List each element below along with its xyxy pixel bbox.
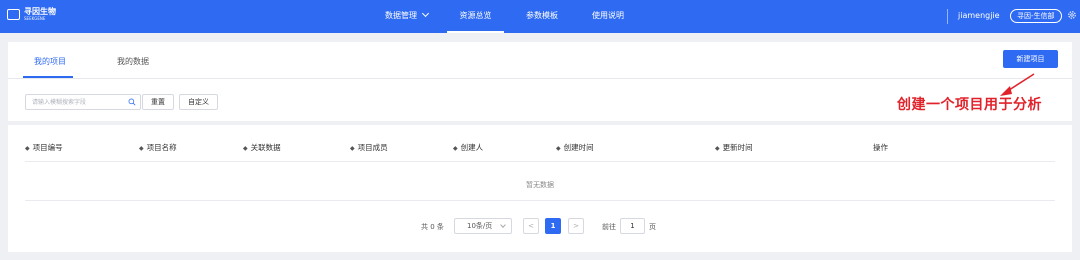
- prev-page-button[interactable]: <: [523, 218, 539, 234]
- column-header-label: 创建时间: [563, 143, 594, 152]
- sort-icon[interactable]: ◆: [715, 145, 720, 152]
- sort-icon[interactable]: ◆: [243, 145, 248, 152]
- goto-label: 前往: [602, 223, 616, 231]
- column-header-creator[interactable]: ◆ 创建人: [453, 142, 483, 153]
- chevron-down-icon: [421, 9, 430, 18]
- sort-icon[interactable]: ◆: [139, 145, 144, 152]
- page-size-value: 10条/页: [467, 222, 493, 230]
- column-header-label: 项目成员: [357, 143, 388, 152]
- logo[interactable]: 寻因生物 SEEKGENE: [7, 8, 56, 21]
- chevron-down-icon: [500, 222, 506, 228]
- column-header-label: 关联数据: [250, 143, 281, 152]
- goto-page-input[interactable]: 1: [620, 218, 645, 234]
- column-header-label: 创建人: [460, 143, 484, 152]
- project-tabs: 我的项目 我的数据 新建项目: [8, 42, 1072, 79]
- org-badge[interactable]: 寻因-生信部: [1010, 9, 1062, 23]
- nav-data-management[interactable]: 数据管理: [385, 0, 430, 33]
- column-header-project-name[interactable]: ◆ 项目名称: [139, 142, 177, 153]
- tab-my-projects[interactable]: 我的项目: [34, 56, 66, 67]
- nav-usage-guide[interactable]: 使用说明: [592, 0, 624, 33]
- column-header-label: 更新时间: [722, 143, 753, 152]
- page-1-button[interactable]: 1: [545, 218, 561, 234]
- gear-icon[interactable]: [1067, 10, 1077, 20]
- nav-data-management-label: 数据管理: [385, 11, 417, 20]
- sort-icon[interactable]: ◆: [556, 145, 561, 152]
- column-header-label: 项目编号: [32, 143, 63, 152]
- new-project-button[interactable]: 新建项目: [1003, 50, 1058, 68]
- table-header: ◆ 项目编号 ◆ 项目名称 ◆ 关联数据 ◆ 项目成员 ◆ 创建人 ◆ 创建时间 ◆ 更新时间…: [25, 136, 1055, 162]
- column-header-project-id[interactable]: ◆ 项目编号: [25, 142, 63, 153]
- column-header-label: 项目名称: [146, 143, 177, 152]
- nav-divider: [947, 9, 948, 24]
- logo-icon: [7, 9, 20, 20]
- next-page-button[interactable]: >: [568, 218, 584, 234]
- sort-icon[interactable]: ◆: [25, 145, 30, 152]
- column-header-created-at[interactable]: ◆ 创建时间: [556, 142, 594, 153]
- empty-state-text: 暂无数据: [526, 181, 554, 189]
- logo-sub: SEEKGENE: [24, 16, 46, 21]
- project-panel: 我的项目 我的数据 新建项目 重置 自定义 创建一个项目用于分析 ◆项目编号 ◆…: [8, 42, 1072, 252]
- nav-parameter-templates-label: 参数模板: [526, 11, 558, 20]
- username[interactable]: jiamengjie: [958, 0, 1000, 32]
- nav-usage-guide-label: 使用说明: [592, 11, 624, 20]
- table-bottom-border: [25, 200, 1055, 201]
- nav-resource-overview-label: 资源总览: [459, 11, 492, 20]
- customize-button[interactable]: 自定义: [179, 94, 218, 110]
- search-icon[interactable]: [128, 98, 136, 106]
- search-field: [25, 94, 141, 110]
- column-header-actions: 操作: [873, 143, 888, 152]
- nav-parameter-templates[interactable]: 参数模板: [526, 0, 558, 33]
- top-nav-bar: 寻因生物 SEEKGENE 数据管理 资源总览 参数模板 使用说明 jiamen…: [0, 0, 1080, 33]
- tab-my-data[interactable]: 我的数据: [117, 56, 149, 67]
- logo-name: 寻因生物: [24, 7, 56, 16]
- sort-icon[interactable]: ◆: [350, 145, 355, 152]
- nav-resource-overview[interactable]: 资源总览: [447, 0, 504, 33]
- column-header-linked-data[interactable]: ◆ 关联数据: [243, 142, 281, 153]
- active-tab-indicator: [23, 76, 73, 78]
- section-separator: [8, 121, 1072, 125]
- sort-icon[interactable]: ◆: [453, 145, 458, 152]
- column-header-updated-at[interactable]: ◆ 更新时间: [715, 142, 753, 153]
- column-header-members[interactable]: ◆ 项目成员: [350, 142, 388, 153]
- pagination-total: 共 0 条: [421, 223, 444, 231]
- annotation-text: 创建一个项目用于分析: [897, 97, 1042, 113]
- page-suffix-label: 页: [649, 223, 656, 231]
- page-size-select[interactable]: 10条/页: [454, 218, 512, 234]
- reset-button[interactable]: 重置: [142, 94, 174, 110]
- search-input[interactable]: [26, 95, 124, 109]
